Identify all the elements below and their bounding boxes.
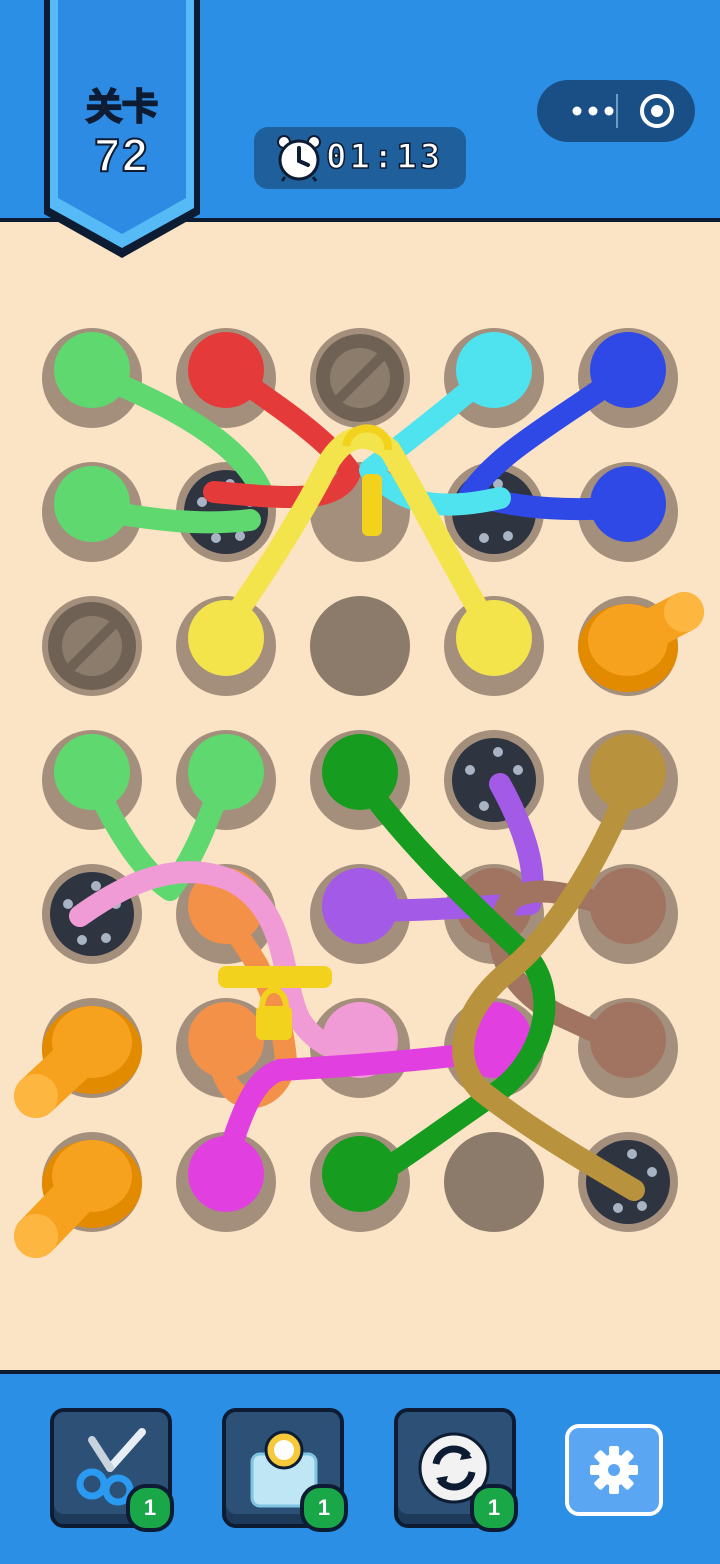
miniprogram-capsule [537,80,695,142]
empty-hole[interactable] [444,1132,544,1232]
blocked-hole-icon [48,602,136,690]
timer-text: 01:13 [325,136,444,178]
target-close-icon[interactable] [619,80,695,142]
game-board [0,222,720,1370]
freeze-count-badge: 1 [300,1484,348,1532]
scissors-count-badge: 1 [126,1484,174,1532]
blocked-hole-icon [316,334,404,422]
level-label: 关卡 [85,85,159,128]
capsule-divider [616,94,618,128]
timer: 01:13 [254,127,466,189]
gear-icon [590,1446,638,1494]
empty-hole[interactable] [310,596,410,696]
alarm-clock-icon [277,135,321,182]
settings-button[interactable] [565,1424,663,1516]
orange-pin[interactable] [14,1006,142,1118]
orange-pin[interactable] [14,1140,142,1258]
level-number: 72 [93,128,150,182]
shuffle-count-badge: 1 [470,1484,518,1532]
